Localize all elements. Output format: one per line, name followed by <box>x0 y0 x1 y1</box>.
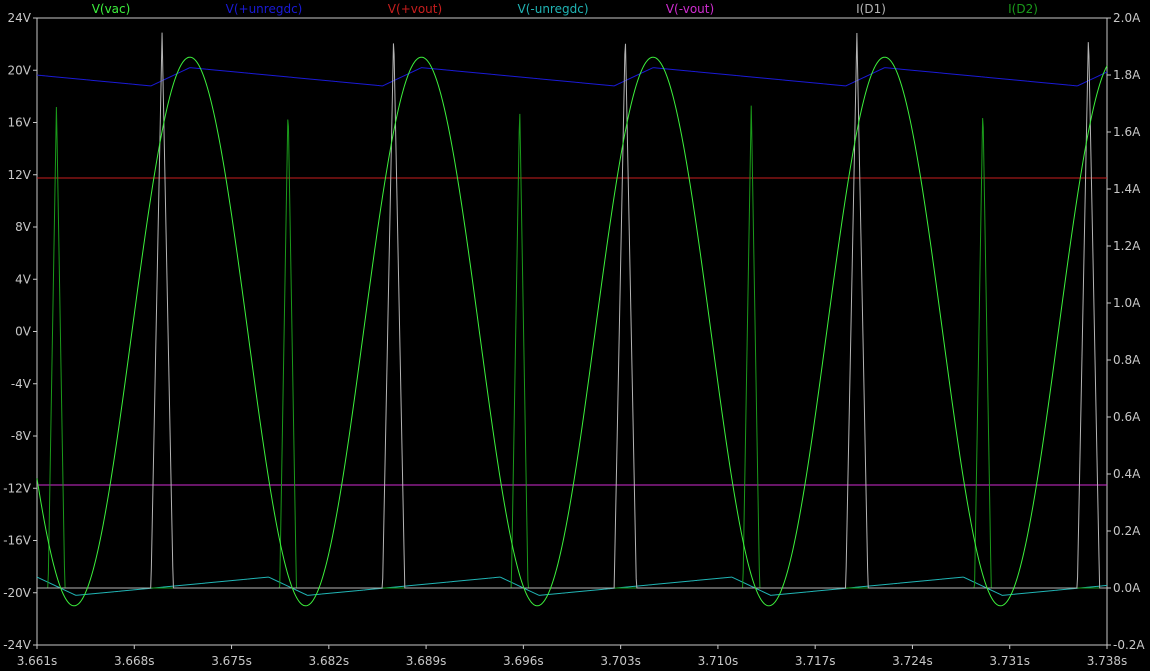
y-right-tick-label: 1.6A <box>1113 125 1141 139</box>
x-tick-label: 3.689s <box>406 654 447 668</box>
y-left-tick-label: 24V <box>8 11 32 25</box>
y-left-tick-label: 12V <box>8 168 32 182</box>
y-left-tick-label: 4V <box>15 272 32 286</box>
plot-area: 3.661s 3.668s 3.675s 3.682s 3.689s 3.696s 3.70… <box>3 2 1145 668</box>
y-right-tick-label: -0.2A <box>1113 638 1145 652</box>
y-left-tick-label: -20V <box>3 586 32 600</box>
legend-entry: V(-unregdc) <box>518 2 589 16</box>
x-tick-label: 3.717s <box>795 654 836 668</box>
x-tick-label: 3.724s <box>892 654 933 668</box>
series-line-v-vac- <box>36 56 1108 607</box>
legend-entry: V(+unregdc) <box>226 2 303 16</box>
y-right-tick-label: 0.0A <box>1113 581 1141 595</box>
legend-entry: I(D1) <box>856 2 886 16</box>
series-line-v-unregdc- <box>36 576 1108 596</box>
y-right-tick-label: 1.0A <box>1113 296 1141 310</box>
legend-entry: V(vac) <box>92 2 131 16</box>
y-left-tick-label: -16V <box>3 534 32 548</box>
y-right-tick-label: 1.2A <box>1113 239 1141 253</box>
x-tick-label: 3.703s <box>600 654 641 668</box>
y-right-tick-label: 0.8A <box>1113 353 1141 367</box>
series-layer <box>36 32 1108 607</box>
y-left-tick-label: -8V <box>11 429 32 443</box>
legend-entry: V(-vout) <box>666 2 714 16</box>
y-left-tick-label: 20V <box>8 63 32 77</box>
y-right-tick-label: 1.4A <box>1113 182 1141 196</box>
legend-entry: I(D2) <box>1008 2 1038 16</box>
x-tick-label: 3.696s <box>503 654 544 668</box>
y-right-tick-label: 2.0A <box>1113 11 1141 25</box>
y-left-tick-label: -4V <box>11 377 32 391</box>
x-tick-label: 3.675s <box>211 654 252 668</box>
x-tick-label: 3.710s <box>698 654 739 668</box>
x-tick-label: 3.731s <box>989 654 1030 668</box>
legend-entry: V(+vout) <box>388 2 442 16</box>
series-line-v-unregdc- <box>36 67 1108 87</box>
x-tick-label: 3.682s <box>309 654 350 668</box>
series-line-i-d1- <box>37 32 1107 589</box>
y-right-tick-label: 0.6A <box>1113 410 1141 424</box>
y-left-tick-label: 0V <box>15 325 32 339</box>
y-left-tick-label: 16V <box>8 116 32 130</box>
legend: V(vac) V(+unregdc) V(+vout) V(-unregdc) V(-v… <box>92 2 1038 16</box>
y-left-tick-label: -12V <box>3 481 32 495</box>
y-right-tick-label: 0.2A <box>1113 524 1141 538</box>
x-tick-label: 3.738s <box>1087 654 1128 668</box>
y-left-tick-label: -24V <box>3 638 32 652</box>
x-tick-label: 3.668s <box>114 654 155 668</box>
tick-layer: 3.661s 3.668s 3.675s 3.682s 3.689s 3.696s 3.70… <box>3 11 1145 668</box>
y-right-tick-label: 0.4A <box>1113 467 1141 481</box>
x-tick-label: 3.661s <box>17 654 58 668</box>
y-left-tick-label: 8V <box>15 220 32 234</box>
y-right-tick-label: 1.8A <box>1113 68 1141 82</box>
